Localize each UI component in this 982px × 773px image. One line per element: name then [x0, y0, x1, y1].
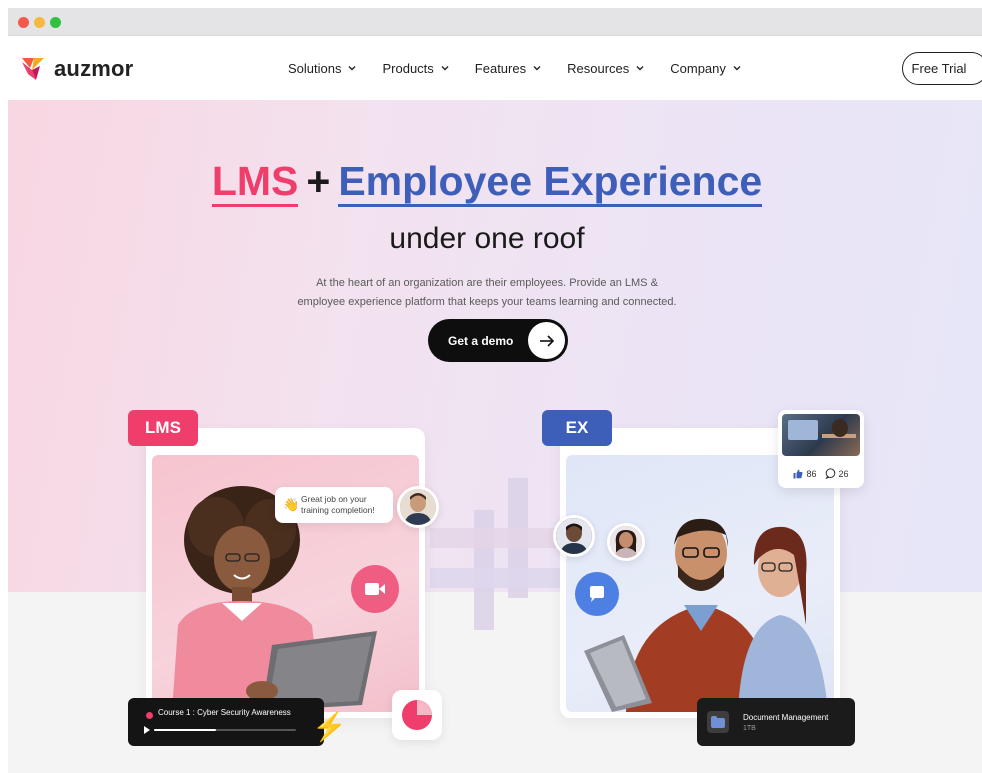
auzmor-logo-icon: [22, 58, 44, 80]
pie-chart-icon: [402, 700, 432, 730]
document-management-card[interactable]: Document Management 1TB: [697, 698, 855, 746]
chat-button[interactable]: [575, 572, 619, 616]
pie-chart-tile: [392, 690, 442, 740]
avatar: [607, 523, 645, 561]
chevron-down-icon: [441, 66, 449, 71]
course-progress-track[interactable]: [154, 729, 296, 731]
menu-item-solutions[interactable]: Solutions: [288, 61, 356, 76]
post-image: [782, 414, 860, 456]
menu-item-label: Resources: [567, 60, 630, 76]
video-camera-icon: [365, 583, 385, 595]
window-titlebar: [8, 8, 982, 36]
hero-description: At the heart of an organization are thei…: [297, 277, 677, 308]
likes-value: 86: [806, 468, 817, 479]
maximize-window-button[interactable]: [50, 17, 61, 28]
hero-headline: LMS + Employee Experience: [0, 158, 974, 207]
course-title: Course 1 : Cyber Security Awareness: [158, 708, 291, 717]
menu-item-label: Products: [382, 60, 434, 76]
course-status-dot: [146, 712, 153, 719]
menu-item-resources[interactable]: Resources: [567, 61, 644, 76]
document-size: 1TB: [743, 725, 756, 732]
arrow-right-icon: [528, 322, 565, 359]
menu-item-label: Solutions: [288, 60, 342, 76]
minimize-window-button[interactable]: [34, 17, 45, 28]
free-trial-button[interactable]: Free Trial: [902, 52, 982, 85]
congrats-toast: 👋 Great job on your training completion!: [275, 487, 393, 523]
get-demo-label: Get a demo: [448, 333, 514, 348]
menu-item-products[interactable]: Products: [382, 60, 449, 76]
waving-hand-icon: 👋: [283, 497, 300, 512]
course-progress-fill: [154, 729, 217, 731]
likes-count[interactable]: 86: [793, 468, 817, 479]
lightning-bolt-icon: ⚡: [312, 711, 347, 742]
menu-item-company[interactable]: Company: [670, 61, 741, 76]
play-icon[interactable]: [144, 726, 150, 734]
close-window-button[interactable]: [18, 17, 29, 28]
chevron-down-icon: [733, 66, 741, 71]
chevron-down-icon: [636, 66, 644, 71]
chat-bubble-icon: [590, 586, 604, 602]
ex-tag: EX: [542, 410, 612, 446]
comment-icon: [824, 468, 835, 479]
chevron-down-icon: [348, 66, 356, 71]
post-stats: 86 26: [778, 468, 864, 479]
headline-lms: LMS: [211, 158, 299, 207]
hero-subheadline: under one roof: [389, 222, 585, 255]
hash-decoration: [430, 478, 560, 630]
avatar: [397, 486, 439, 528]
menu-item-features[interactable]: Features: [475, 61, 541, 76]
comments-value: 26: [838, 468, 849, 479]
headline-employee-experience: Employee Experience: [338, 158, 763, 207]
social-post-card[interactable]: 86 26: [778, 410, 864, 488]
video-call-button[interactable]: [351, 565, 399, 613]
course-player-card[interactable]: Course 1 : Cyber Security Awareness: [128, 698, 324, 746]
brand-logo[interactable]: auzmor: [20, 54, 133, 84]
comments-count[interactable]: 26: [824, 468, 849, 479]
main-menu: Solutions Products Features Resources Co…: [288, 36, 767, 100]
site-header: auzmor Solutions Products Features Resou…: [8, 36, 982, 100]
chevron-down-icon: [533, 66, 541, 71]
toast-text: Great job on your training completion!: [301, 494, 375, 515]
get-demo-button[interactable]: Get a demo: [428, 319, 568, 362]
menu-item-label: Features: [474, 60, 527, 76]
lms-tag: LMS: [128, 410, 198, 446]
avatar: [553, 515, 595, 557]
folder-icon: [707, 711, 729, 733]
thumbs-up-icon: [793, 469, 804, 478]
headline-plus: +: [306, 158, 331, 204]
menu-item-label: Company: [670, 60, 726, 76]
document-title: Document Management: [743, 713, 829, 722]
brand-name: auzmor: [54, 56, 134, 81]
